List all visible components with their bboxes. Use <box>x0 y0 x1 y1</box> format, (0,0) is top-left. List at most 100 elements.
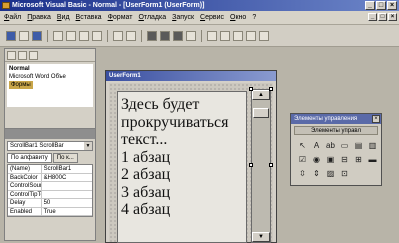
tab-alphabetic[interactable]: По алфавиту <box>7 153 52 163</box>
property-row[interactable]: ControlSourc <box>8 182 92 191</box>
spinbutton-icon[interactable]: ⇕ <box>311 168 322 179</box>
toolbox-tab[interactable]: Элементы управл <box>294 126 378 135</box>
project-tree: Normal Microsoft Word Объе Формы <box>7 64 93 107</box>
project-toolbar <box>5 49 95 62</box>
tree-item[interactable]: Microsoft Word Объе <box>9 73 91 81</box>
selection-handle[interactable] <box>269 163 273 167</box>
frame-icon[interactable]: ▭ <box>339 140 350 151</box>
doc-minimize-button[interactable]: _ <box>368 13 377 21</box>
label-icon[interactable]: A <box>311 140 322 151</box>
chevron-down-icon[interactable]: ▼ <box>84 142 92 150</box>
undo-icon[interactable] <box>113 30 123 41</box>
object-selector[interactable]: ScrollBar1 ScrollBar ▼ <box>7 141 93 151</box>
window-title: Microsoft Visual Basic - Normal - [UserF… <box>12 2 205 9</box>
properties-window: ScrollBar1 ScrollBar ▼ По алфавиту По к.… <box>4 128 96 241</box>
menu-run[interactable]: Запуск <box>172 14 194 21</box>
pointer-icon[interactable]: ↖ <box>297 140 308 151</box>
window-title-bar: Microsoft Visual Basic - Normal - [UserF… <box>0 0 399 11</box>
properties-tabs: По алфавиту По к... <box>5 153 95 163</box>
menu-window[interactable]: Окно <box>230 14 246 21</box>
copy-icon[interactable] <box>66 30 76 41</box>
userform-title: UserForm1 <box>106 71 276 81</box>
properties-grid: (Name) ScrollBar1 BackColor &H800C Control… <box>7 164 93 217</box>
redo-icon[interactable] <box>126 30 136 41</box>
combobox-icon[interactable]: ▥ <box>367 140 378 151</box>
toolbox-panel: Элементы управления × Элементы управл ↖ … <box>290 113 382 186</box>
toolbar-separator <box>107 29 108 42</box>
menu-debug[interactable]: Отладка <box>138 14 166 21</box>
find-icon[interactable] <box>92 30 102 41</box>
tree-item[interactable]: Формы <box>9 81 33 89</box>
scroll-down-button[interactable]: ▼ <box>252 232 270 242</box>
menu-bar: Файл Правка Вид Вставка Формат Отладка З… <box>0 11 399 25</box>
scroll-text-label[interactable]: Здесь будет прокручиваться текст... 1 аб… <box>117 91 247 243</box>
textbox-icon[interactable]: ab <box>325 140 336 151</box>
selection-handle[interactable] <box>269 87 273 91</box>
doc-close-button[interactable]: × <box>388 13 397 21</box>
toolbox-title: Элементы управления <box>294 116 358 122</box>
view-word-icon[interactable] <box>6 30 16 41</box>
properties-window-icon[interactable] <box>220 30 230 41</box>
scrollbar-icon[interactable]: ⇳ <box>297 168 308 179</box>
toolbar-separator <box>47 29 48 42</box>
menu-tools[interactable]: Сервис <box>200 14 224 21</box>
maximize-button[interactable]: □ <box>376 1 386 10</box>
minimize-button[interactable]: _ <box>365 1 375 10</box>
menu-insert[interactable]: Вставка <box>76 14 102 21</box>
view-object-icon[interactable] <box>18 51 27 60</box>
project-explorer: Normal Microsoft Word Объе Формы <box>4 48 96 136</box>
tab-categorized[interactable]: По к... <box>52 153 78 163</box>
commandbutton-icon[interactable]: ▬ <box>367 154 378 165</box>
property-row[interactable]: Delay 50 <box>8 199 92 208</box>
view-code-icon[interactable] <box>7 51 16 60</box>
menu-help[interactable]: ? <box>252 14 256 21</box>
project-explorer-icon[interactable] <box>207 30 217 41</box>
doc-restore-button[interactable]: □ <box>378 13 387 21</box>
properties-title <box>5 129 95 139</box>
toggle-folders-icon[interactable] <box>29 51 38 60</box>
design-mode-icon[interactable] <box>186 30 196 41</box>
option-icon[interactable]: ◉ <box>311 154 322 165</box>
selection-handle[interactable] <box>249 87 253 91</box>
menu-view[interactable]: Вид <box>57 14 70 21</box>
tree-root[interactable]: Normal <box>9 65 91 73</box>
reset-icon[interactable] <box>173 30 183 41</box>
insert-userform-icon[interactable] <box>19 30 29 41</box>
object-selector-value: ScrollBar1 ScrollBar <box>10 143 64 149</box>
save-icon[interactable] <box>32 30 42 41</box>
help-icon[interactable] <box>259 30 269 41</box>
paste-icon[interactable] <box>79 30 89 41</box>
toolbox-title-bar: Элементы управления × <box>291 114 381 124</box>
scroll-up-button[interactable]: ▲ <box>252 90 270 100</box>
document-controls: _ □ × <box>368 13 397 21</box>
break-icon[interactable] <box>160 30 170 41</box>
checkbox-icon[interactable]: ☑ <box>297 154 308 165</box>
toggle-icon[interactable]: ▣ <box>325 154 336 165</box>
menu-format[interactable]: Формат <box>108 14 133 21</box>
close-button[interactable]: × <box>387 1 397 10</box>
toolbox-tools: ↖ A ab ▭ ▤ ▥ ☑ ◉ ▣ ⊟ ⊞ ▬ ⇳ ⇕ ▨ ⊡ <box>291 137 381 182</box>
menu-edit[interactable]: Правка <box>27 14 51 21</box>
scrollbar-control[interactable]: ▲ ▼ <box>251 89 271 243</box>
run-icon[interactable] <box>147 30 157 41</box>
property-row[interactable]: Enabled True <box>8 207 92 216</box>
property-row[interactable]: (Name) ScrollBar1 <box>8 165 92 174</box>
close-icon[interactable]: × <box>372 115 380 123</box>
scroll-thumb[interactable] <box>253 108 269 118</box>
object-browser-icon[interactable] <box>233 30 243 41</box>
selection-handle[interactable] <box>249 163 253 167</box>
cut-icon[interactable] <box>53 30 63 41</box>
multipage-icon[interactable]: ⊞ <box>353 154 364 165</box>
property-row[interactable]: ControlTipTe <box>8 190 92 199</box>
userform-canvas[interactable]: Здесь будет прокручиваться текст... 1 аб… <box>109 83 273 243</box>
menu-file[interactable]: Файл <box>4 14 21 21</box>
image-icon[interactable]: ▨ <box>325 168 336 179</box>
property-row[interactable]: BackColor &H800C <box>8 173 92 182</box>
tabstrip-icon[interactable]: ⊟ <box>339 154 350 165</box>
userform-designer-window: UserForm1 Здесь будет прокручиваться тек… <box>105 70 277 243</box>
refedit-icon[interactable]: ⊡ <box>339 168 350 179</box>
scroll-text: Здесь будет прокручиваться текст... 1 аб… <box>121 96 229 218</box>
standard-toolbar <box>0 25 399 47</box>
toolbox-icon[interactable] <box>246 30 256 41</box>
listbox-icon[interactable]: ▤ <box>353 140 364 151</box>
